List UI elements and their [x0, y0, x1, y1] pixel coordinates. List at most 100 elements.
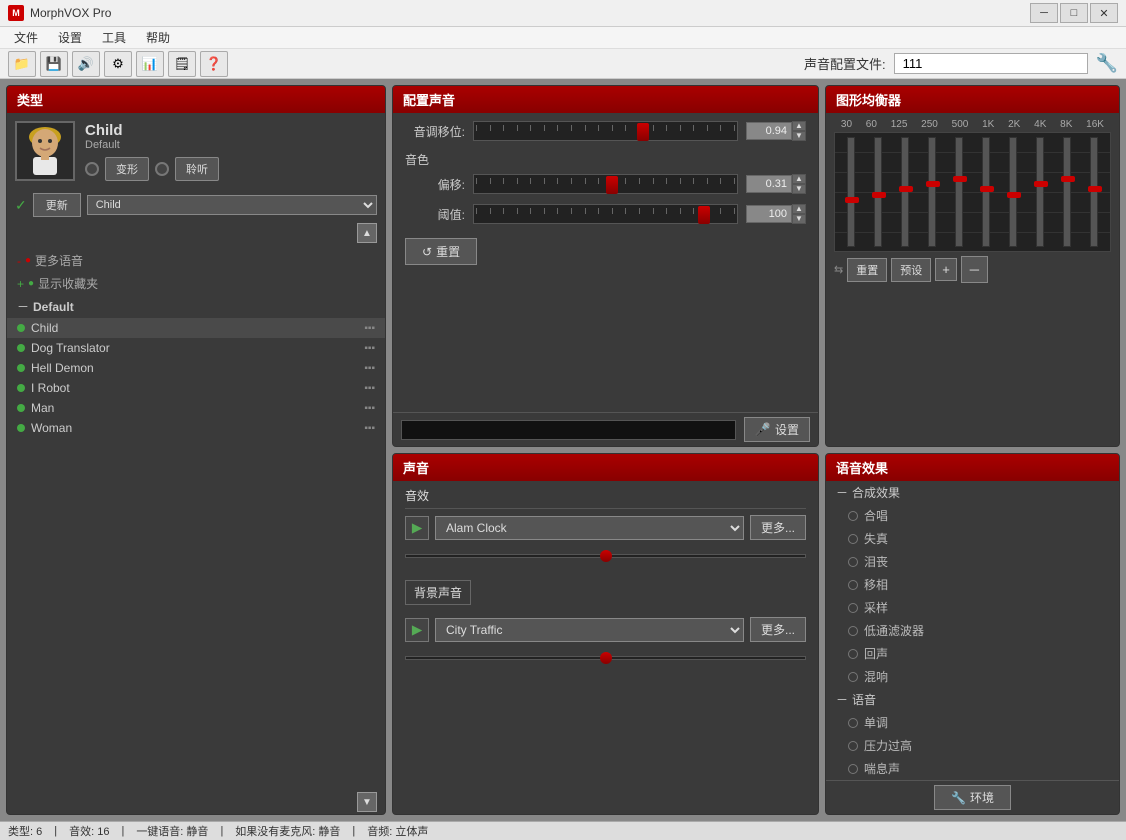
- eq-band-6[interactable]: [972, 137, 999, 247]
- toolbar-notes[interactable]: 🗒: [168, 51, 196, 77]
- effect-radio-distortion[interactable]: [848, 534, 858, 544]
- eq-slider-250hz[interactable]: [928, 137, 936, 247]
- eq-reset-button[interactable]: 重置: [847, 258, 887, 282]
- effect-radio-lowpass[interactable]: [848, 626, 858, 636]
- timbre-offset-thumb[interactable]: [606, 176, 618, 194]
- eq-slider-16khz[interactable]: [1090, 137, 1098, 247]
- toolbar-export[interactable]: 🔊: [72, 51, 100, 77]
- filter-icon[interactable]: 🔧: [1096, 53, 1118, 74]
- scroll-up-button[interactable]: ▲: [357, 223, 377, 243]
- toolbar-config[interactable]: ⚙: [104, 51, 132, 77]
- listen-button[interactable]: 聆听: [175, 157, 219, 181]
- menu-tools[interactable]: 工具: [92, 27, 136, 48]
- scroll-down-button[interactable]: ▼: [357, 792, 377, 812]
- sfx-more-button[interactable]: 更多...: [750, 515, 806, 540]
- toolbar-save[interactable]: 💾: [40, 51, 68, 77]
- eq-slider-500hz[interactable]: [955, 137, 963, 247]
- eq-band-2[interactable]: [864, 137, 891, 247]
- transform-button[interactable]: 变形: [105, 157, 149, 181]
- voice-item-hell-demon[interactable]: Hell Demon ▪▪▪: [7, 358, 385, 378]
- show-favorites-item[interactable]: + ● 显示收藏夹: [7, 272, 385, 295]
- more-voices-item[interactable]: - ● 更多语音: [7, 249, 385, 272]
- effect-radio-monotone[interactable]: [848, 718, 858, 728]
- eq-slider-1khz[interactable]: [982, 137, 990, 247]
- effect-radio-sampling[interactable]: [848, 603, 858, 613]
- timbre-offset-track[interactable]: [473, 174, 738, 194]
- effect-radio-reverb[interactable]: [848, 672, 858, 682]
- bg-play-button[interactable]: ▶: [405, 618, 429, 642]
- synthetic-effects-header[interactable]: － 合成效果: [826, 481, 1119, 504]
- pitch-shift-track[interactable]: [473, 121, 738, 141]
- audio-settings-button[interactable]: 🎤 设置: [744, 417, 810, 442]
- eq-preset-button[interactable]: 预设: [891, 258, 931, 282]
- effect-reverb[interactable]: 混响: [826, 665, 1119, 688]
- effect-echo[interactable]: 回声: [826, 642, 1119, 665]
- minimize-button[interactable]: ─: [1030, 3, 1058, 23]
- update-button[interactable]: 更新: [33, 193, 81, 217]
- effect-radio-chorus[interactable]: [848, 511, 858, 521]
- eq-band-10[interactable]: [1081, 137, 1108, 247]
- sfx-dropdown[interactable]: Alam Clock: [435, 516, 744, 540]
- sfx-volume-slider[interactable]: [405, 548, 806, 564]
- voice-effects-header[interactable]: － 语音: [826, 688, 1119, 711]
- profile-input[interactable]: [894, 53, 1088, 74]
- eq-remove-button[interactable]: －: [961, 256, 988, 283]
- bg-more-button[interactable]: 更多...: [750, 617, 806, 642]
- eq-handle-60hz[interactable]: [872, 192, 886, 198]
- pitch-shift-thumb[interactable]: [637, 123, 649, 141]
- environment-button[interactable]: 🔧 环境: [934, 785, 1011, 810]
- timbre-up[interactable]: ▲: [792, 174, 806, 184]
- effect-radio-echo[interactable]: [848, 649, 858, 659]
- pitch-down[interactable]: ▼: [792, 131, 806, 141]
- effect-pressure[interactable]: 压力过高: [826, 734, 1119, 757]
- effect-radio-breathe[interactable]: [848, 764, 858, 774]
- threshold-thumb[interactable]: [698, 206, 710, 224]
- effect-tearful[interactable]: 泪丧: [826, 550, 1119, 573]
- eq-slider-30hz[interactable]: [847, 137, 855, 247]
- eq-band-5[interactable]: [945, 137, 972, 247]
- toolbar-help[interactable]: ❓: [200, 51, 228, 77]
- timbre-value-input[interactable]: [746, 175, 792, 193]
- eq-handle-125hz[interactable]: [899, 186, 913, 192]
- threshold-up[interactable]: ▲: [792, 204, 806, 214]
- effect-chorus[interactable]: 合唱: [826, 504, 1119, 527]
- transform-radio[interactable]: [85, 162, 99, 176]
- eq-handle-4khz[interactable]: [1034, 181, 1048, 187]
- eq-handle-1khz[interactable]: [980, 186, 994, 192]
- sfx-play-button[interactable]: ▶: [405, 516, 429, 540]
- effect-radio-phaser[interactable]: [848, 580, 858, 590]
- effect-distortion[interactable]: 失真: [826, 527, 1119, 550]
- config-reset-button[interactable]: ↺ 重置: [405, 238, 477, 265]
- eq-handle-250hz[interactable]: [926, 181, 940, 187]
- threshold-track[interactable]: [473, 204, 738, 224]
- bg-dropdown[interactable]: City Traffic: [435, 618, 744, 642]
- eq-slider-8khz[interactable]: [1063, 137, 1071, 247]
- eq-slider-2khz[interactable]: [1009, 137, 1017, 247]
- pitch-value-input[interactable]: [746, 122, 792, 140]
- eq-handle-8khz[interactable]: [1061, 176, 1075, 182]
- menu-settings[interactable]: 设置: [48, 27, 92, 48]
- toolbar-chart[interactable]: 📊: [136, 51, 164, 77]
- pitch-up[interactable]: ▲: [792, 121, 806, 131]
- eq-slider-125hz[interactable]: [901, 137, 909, 247]
- effect-phaser[interactable]: 移相: [826, 573, 1119, 596]
- threshold-down[interactable]: ▼: [792, 214, 806, 224]
- menu-file[interactable]: 文件: [4, 27, 48, 48]
- eq-handle-500hz[interactable]: [953, 176, 967, 182]
- eq-band-1[interactable]: [837, 137, 864, 247]
- effect-radio-tearful[interactable]: [848, 557, 858, 567]
- voice-item-irobot[interactable]: I Robot ▪▪▪: [7, 378, 385, 398]
- toolbar-open[interactable]: 📁: [8, 51, 36, 77]
- effect-radio-pressure[interactable]: [848, 741, 858, 751]
- listen-radio[interactable]: [155, 162, 169, 176]
- eq-add-button[interactable]: +: [935, 258, 957, 281]
- bg-volume-thumb[interactable]: [600, 652, 612, 664]
- sfx-volume-thumb[interactable]: [600, 550, 612, 562]
- threshold-value-input[interactable]: [746, 205, 792, 223]
- eq-band-7[interactable]: [1000, 137, 1027, 247]
- voice-item-dog-translator[interactable]: Dog Translator ▪▪▪: [7, 338, 385, 358]
- check-icon[interactable]: ✓: [15, 197, 27, 214]
- voice-select[interactable]: Child: [87, 195, 377, 215]
- eq-band-3[interactable]: [891, 137, 918, 247]
- voice-item-woman[interactable]: Woman ▪▪▪: [7, 418, 385, 438]
